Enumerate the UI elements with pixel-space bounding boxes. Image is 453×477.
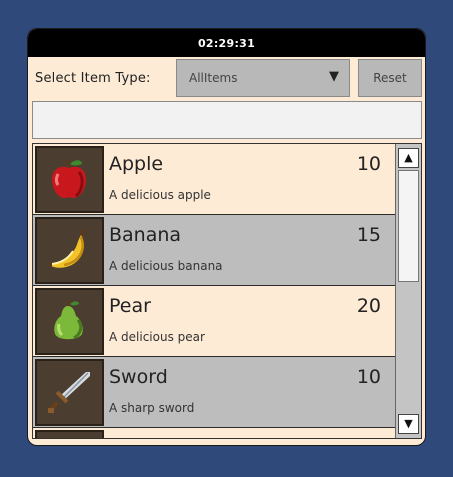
list-scrollbar[interactable]: ▲ ▼ bbox=[395, 144, 421, 438]
item-count: 20 bbox=[356, 295, 381, 317]
item-count: 10 bbox=[356, 153, 381, 175]
item-thumbnail bbox=[35, 146, 104, 213]
item-list: Apple 10 A delicious apple Banana 15 A d bbox=[32, 143, 422, 439]
item-thumbnail bbox=[35, 288, 104, 355]
item-count: 15 bbox=[356, 224, 381, 246]
item-name: Banana bbox=[109, 224, 182, 246]
apple-icon bbox=[51, 159, 87, 199]
item-description: A delicious apple bbox=[109, 188, 211, 202]
item-type-label: Select Item Type: bbox=[35, 71, 151, 86]
list-item[interactable]: Pear 20 A delicious pear bbox=[33, 286, 395, 357]
item-thumbnail bbox=[35, 430, 104, 438]
item-list-content: Apple 10 A delicious apple Banana 15 A d bbox=[33, 144, 395, 438]
scroll-down-button[interactable]: ▼ bbox=[398, 414, 419, 434]
list-item[interactable] bbox=[33, 428, 395, 438]
clock-title: 02:29:31 bbox=[28, 29, 425, 57]
item-thumbnail bbox=[35, 217, 104, 284]
scroll-up-button[interactable]: ▲ bbox=[398, 148, 419, 168]
list-item[interactable]: Sword 10 A sharp sword bbox=[33, 357, 395, 428]
item-description: A delicious banana bbox=[109, 259, 223, 273]
item-name: Sword bbox=[109, 366, 168, 388]
list-item[interactable]: Apple 10 A delicious apple bbox=[33, 144, 395, 215]
banana-icon bbox=[48, 230, 84, 268]
item-count: 10 bbox=[356, 366, 381, 388]
search-input[interactable] bbox=[32, 101, 422, 139]
item-description: A sharp sword bbox=[109, 401, 195, 415]
item-description: A delicious pear bbox=[109, 330, 205, 344]
dropdown-selected-value: AllItems bbox=[189, 71, 238, 85]
list-item[interactable]: Banana 15 A delicious banana bbox=[33, 215, 395, 286]
sword-icon bbox=[48, 372, 90, 413]
item-type-dropdown[interactable]: AllItems ▼ bbox=[176, 59, 350, 97]
inventory-panel: 02:29:31 Select Item Type: AllItems ▼ Re… bbox=[27, 28, 426, 446]
chevron-down-icon: ▼ bbox=[329, 69, 339, 84]
item-name: Pear bbox=[109, 295, 151, 317]
item-name: Apple bbox=[109, 153, 164, 175]
item-thumbnail bbox=[35, 359, 104, 426]
filter-row: Select Item Type: AllItems ▼ Reset bbox=[28, 57, 425, 99]
pear-icon bbox=[54, 300, 83, 340]
scroll-thumb[interactable] bbox=[398, 170, 419, 282]
reset-button[interactable]: Reset bbox=[358, 59, 422, 97]
